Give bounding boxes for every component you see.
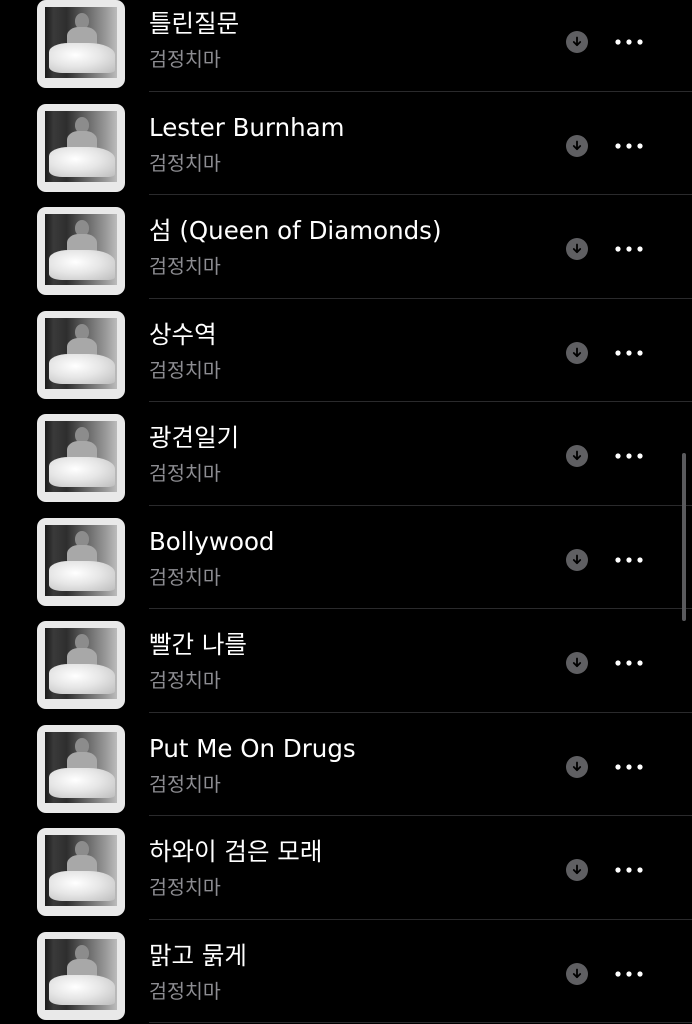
ellipsis-icon bbox=[615, 763, 643, 770]
album-art-image bbox=[45, 214, 117, 285]
album-art-image bbox=[45, 731, 117, 803]
album-art bbox=[37, 207, 125, 295]
more-options-button[interactable] bbox=[609, 239, 649, 259]
ellipsis-icon bbox=[615, 970, 643, 977]
download-arrow-icon bbox=[572, 243, 582, 254]
download-button[interactable] bbox=[566, 445, 588, 467]
ellipsis-icon bbox=[615, 660, 643, 666]
more-options-button[interactable] bbox=[609, 136, 649, 156]
track-title: Bollywood bbox=[149, 526, 275, 556]
track-row[interactable]: 섬 (Queen of Diamonds) 검정치마 bbox=[0, 195, 692, 299]
ellipsis-icon bbox=[615, 39, 643, 45]
track-title: Lester Burnham bbox=[149, 112, 345, 142]
track-row[interactable]: 광견일기 검정치마 bbox=[0, 402, 692, 506]
download-button[interactable] bbox=[566, 755, 588, 778]
track-row[interactable]: Lester Burnham 검정치마 bbox=[0, 92, 692, 195]
download-button[interactable] bbox=[566, 341, 588, 364]
track-title: 빨간 나를 bbox=[149, 630, 247, 659]
album-art bbox=[37, 621, 125, 709]
track-title: 틀린질문 bbox=[149, 9, 240, 38]
ellipsis-icon bbox=[615, 142, 643, 149]
download-arrow-icon bbox=[572, 864, 582, 875]
download-button[interactable] bbox=[566, 238, 588, 260]
more-options-button[interactable] bbox=[609, 343, 649, 363]
track-list: 틀린질문 검정치마 Lester Burnham 검정치마 섬 (Queen o… bbox=[0, 0, 692, 1023]
track-row[interactable]: 상수역 검정치마 bbox=[0, 299, 692, 402]
more-options-button[interactable] bbox=[609, 757, 649, 777]
track-artist: 검정치마 bbox=[149, 669, 221, 692]
download-arrow-icon bbox=[572, 450, 582, 461]
row-divider bbox=[149, 1022, 692, 1023]
scrollbar[interactable] bbox=[682, 453, 686, 621]
track-title: 광견일기 bbox=[149, 423, 240, 452]
track-row[interactable]: 맑고 묽게 검정치마 bbox=[0, 920, 692, 1023]
download-arrow-icon bbox=[572, 968, 582, 978]
download-button[interactable] bbox=[566, 548, 588, 571]
download-button[interactable] bbox=[566, 31, 588, 53]
track-title: 상수역 bbox=[149, 319, 217, 349]
track-artist: 검정치마 bbox=[149, 772, 221, 796]
album-art-image bbox=[45, 110, 117, 182]
ellipsis-icon bbox=[615, 453, 643, 459]
track-title: Put Me On Drugs bbox=[149, 733, 356, 763]
more-options-button[interactable] bbox=[609, 964, 649, 984]
track-row[interactable]: 빨간 나를 검정치마 bbox=[0, 609, 692, 713]
download-arrow-icon bbox=[572, 36, 582, 47]
track-title: 섬 (Queen of Diamonds) bbox=[149, 216, 442, 245]
track-artist: 검정치마 bbox=[149, 979, 221, 1003]
ellipsis-icon bbox=[615, 349, 643, 356]
more-options-button[interactable] bbox=[609, 550, 649, 570]
more-options-button[interactable] bbox=[609, 32, 649, 52]
track-row[interactable]: 틀린질문 검정치마 bbox=[0, 0, 692, 92]
album-art-image bbox=[45, 835, 117, 906]
album-art-image bbox=[45, 938, 117, 1010]
more-options-button[interactable] bbox=[609, 860, 649, 880]
album-art bbox=[37, 724, 125, 813]
download-button[interactable] bbox=[566, 652, 588, 674]
album-art-image bbox=[45, 421, 117, 492]
track-artist: 검정치마 bbox=[149, 255, 221, 278]
album-art bbox=[37, 414, 125, 502]
ellipsis-icon bbox=[615, 556, 643, 563]
track-row[interactable]: 하와이 검은 모래 검정치마 bbox=[0, 816, 692, 920]
track-artist: 검정치마 bbox=[149, 48, 221, 71]
download-button[interactable] bbox=[566, 859, 588, 881]
album-art bbox=[37, 103, 125, 192]
download-button[interactable] bbox=[566, 134, 588, 157]
download-arrow-icon bbox=[572, 761, 582, 771]
download-arrow-icon bbox=[572, 140, 582, 150]
track-row[interactable]: Bollywood 검정치마 bbox=[0, 506, 692, 609]
download-arrow-icon bbox=[572, 657, 582, 668]
album-art bbox=[37, 828, 125, 916]
album-art-image bbox=[45, 628, 117, 699]
download-arrow-icon bbox=[572, 347, 582, 357]
more-options-button[interactable] bbox=[609, 446, 649, 466]
album-art-image bbox=[45, 7, 117, 78]
download-arrow-icon bbox=[572, 554, 582, 564]
more-options-button[interactable] bbox=[609, 653, 649, 673]
ellipsis-icon bbox=[615, 246, 643, 252]
album-art-image bbox=[45, 524, 117, 596]
album-art bbox=[37, 310, 125, 399]
track-artist: 검정치마 bbox=[149, 151, 221, 175]
album-art bbox=[37, 0, 125, 88]
track-artist: 검정치마 bbox=[149, 565, 221, 589]
album-art-image bbox=[45, 317, 117, 389]
ellipsis-icon bbox=[615, 867, 643, 873]
track-artist: 검정치마 bbox=[149, 462, 221, 485]
track-artist: 검정치마 bbox=[149, 358, 221, 382]
track-title: 하와이 검은 모래 bbox=[149, 837, 323, 866]
download-button[interactable] bbox=[566, 962, 588, 985]
album-art bbox=[37, 517, 125, 606]
track-artist: 검정치마 bbox=[149, 876, 221, 899]
track-title: 맑고 묽게 bbox=[149, 940, 247, 970]
album-art bbox=[37, 931, 125, 1020]
track-row[interactable]: Put Me On Drugs 검정치마 bbox=[0, 713, 692, 816]
